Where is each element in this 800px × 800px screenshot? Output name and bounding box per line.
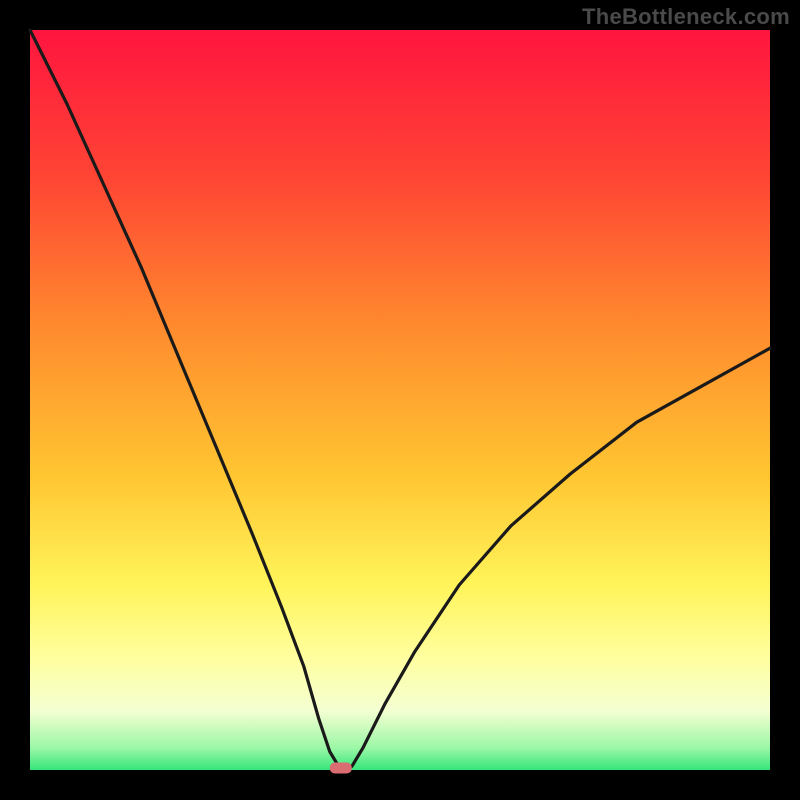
minimum-marker (330, 763, 352, 774)
bottleneck-chart (0, 0, 800, 800)
plot-background (30, 30, 770, 770)
chart-frame: TheBottleneck.com (0, 0, 800, 800)
